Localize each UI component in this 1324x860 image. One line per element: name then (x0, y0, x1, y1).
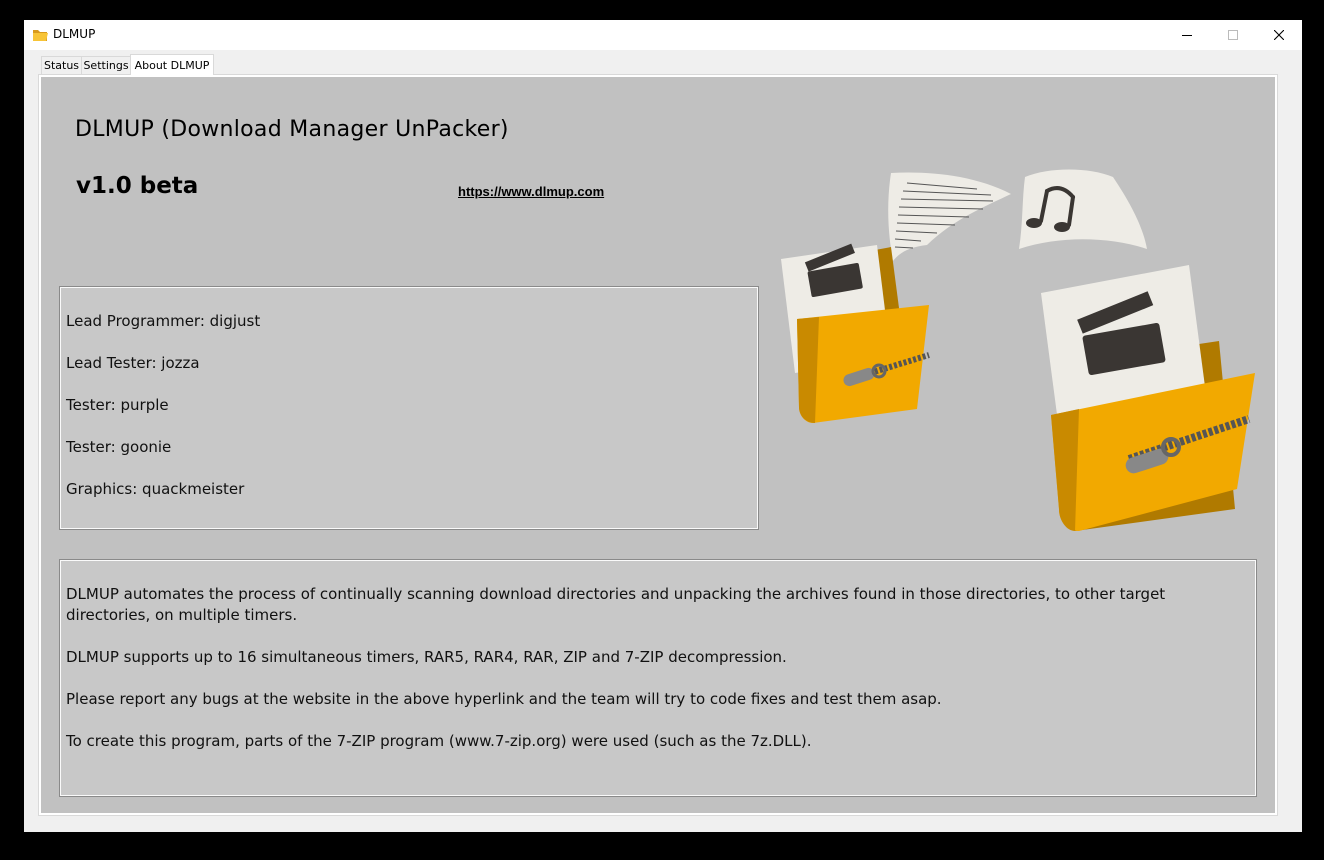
credit-lead-programmer: Lead Programmer: digjust (66, 312, 261, 330)
title-bar[interactable]: DLMUP (24, 20, 1302, 50)
description-paragraph: DLMUP automates the process of continual… (66, 585, 1166, 624)
about-panel: DLMUP (Download Manager UnPacker) v1.0 b… (41, 77, 1275, 813)
folder-left-icon (781, 243, 930, 423)
close-button[interactable] (1256, 20, 1302, 50)
description-paragraph: Please report any bugs at the website in… (66, 690, 942, 708)
credit-tester: Tester: goonie (66, 438, 172, 456)
description-box: DLMUP automates the process of continual… (59, 559, 1257, 797)
app-window: DLMUP Status Settings About DLMUP DLMUP … (24, 20, 1302, 832)
tab-settings[interactable]: Settings (81, 56, 131, 74)
description-paragraph: To create this program, parts of the 7-Z… (66, 732, 812, 750)
window-title: DLMUP (53, 27, 96, 41)
close-icon (1274, 30, 1284, 40)
document-icon (888, 172, 1011, 261)
folder-app-icon (32, 27, 48, 41)
credit-lead-tester: Lead Tester: jozza (66, 354, 200, 372)
description-paragraph: DLMUP supports up to 16 simultaneous tim… (66, 648, 787, 666)
unpacking-illustration (781, 169, 1255, 531)
credits-box: Lead Programmer: digjust Lead Tester: jo… (59, 286, 759, 530)
credit-tester: Tester: purple (66, 396, 169, 414)
maximize-icon (1228, 30, 1238, 40)
about-version: v1.0 beta (76, 173, 199, 199)
about-tab-page: DLMUP (Download Manager UnPacker) v1.0 b… (38, 74, 1278, 816)
minimize-button[interactable] (1164, 20, 1210, 50)
music-note-icon (1019, 169, 1147, 249)
maximize-button[interactable] (1210, 20, 1256, 50)
about-title: DLMUP (Download Manager UnPacker) (75, 117, 509, 142)
tab-status[interactable]: Status (41, 56, 82, 74)
credit-graphics: Graphics: quackmeister (66, 480, 245, 498)
tab-about-dlmup[interactable]: About DLMUP (130, 54, 214, 75)
folder-right-icon (1041, 265, 1255, 531)
minimize-icon (1182, 35, 1192, 36)
website-link[interactable]: https://www.dlmup.com (458, 184, 604, 199)
